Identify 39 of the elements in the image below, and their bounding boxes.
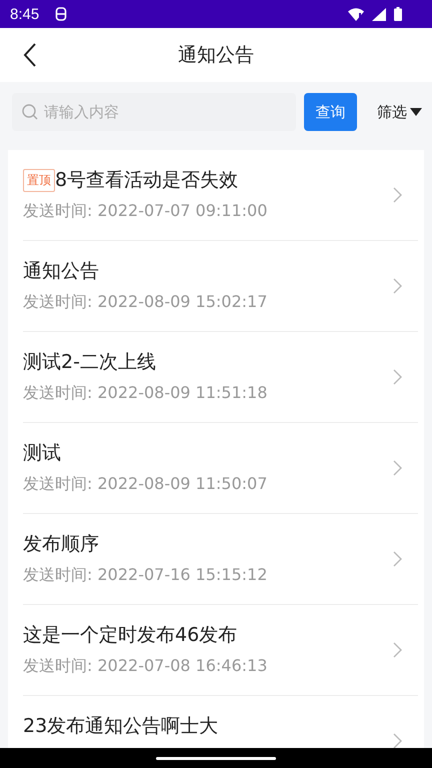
send-time: 发送时间: 2022-07-08 16:46:13 (23, 656, 268, 677)
home-indicator[interactable] (156, 756, 276, 760)
send-time: 发送时间: 2022-08-09 11:51:18 (23, 383, 268, 404)
sim-icon (55, 7, 68, 21)
notice-title: 23发布通知公告啊士大 (23, 714, 218, 739)
status-time: 8:45 (10, 6, 40, 22)
notice-item[interactable]: 这是一个定时发布46发布 发送时间: 2022-07-08 16:46:13 (23, 605, 418, 696)
send-time: 发送时间: 2022-08-09 11:50:07 (23, 474, 268, 495)
notice-title: 测试2-二次上线 (23, 350, 156, 375)
chevron-icon (393, 733, 402, 748)
caret-icon (410, 108, 422, 116)
chevron-icon (393, 551, 402, 567)
notice-title: 测试 (23, 441, 61, 466)
notice-title: 发布顺序 (23, 532, 99, 557)
notice-title: 这是一个定时发布46发布 (23, 623, 238, 648)
chevron-icon (393, 369, 402, 385)
chevron-icon (393, 187, 402, 203)
signal-icon (372, 8, 386, 20)
chevron-icon (393, 642, 402, 658)
notice-item[interactable]: 通知公告 发送时间: 2022-08-09 15:02:17 (23, 241, 418, 332)
notice-item[interactable]: 测试2-二次上线 发送时间: 2022-08-09 11:51:18 (23, 332, 418, 423)
back-icon[interactable] (23, 43, 37, 67)
chevron-icon (393, 278, 402, 294)
filter-button[interactable]: 筛选 (365, 102, 422, 122)
search-field[interactable]: 请输入内容 (12, 93, 296, 131)
notice-title: 8号查看活动是否失效 (55, 168, 238, 193)
notice-title: 通知公告 (23, 259, 99, 284)
send-time: 发送时间: 2022-07-16 15:15:12 (23, 565, 268, 586)
search-button[interactable]: 查询 (304, 93, 357, 131)
battery-icon (394, 7, 402, 21)
send-time: 发送时间: 2022-08-09 15:02:17 (23, 292, 268, 313)
chevron-icon (393, 460, 402, 476)
wifi-icon (348, 8, 364, 20)
notice-item[interactable]: 置顶 8号查看活动是否失效 发送时间: 2022-07-07 09:11:00 (23, 150, 418, 241)
notice-item[interactable]: 发布顺序 发送时间: 2022-07-16 15:15:12 (23, 514, 418, 605)
send-time: 发送时间: 2022-07-07 09:11:00 (23, 201, 268, 222)
page-title: 通知公告 (178, 43, 254, 68)
notice-item[interactable]: 测试 发送时间: 2022-08-09 11:50:07 (23, 423, 418, 514)
pinned-tag: 置顶 (23, 168, 55, 192)
